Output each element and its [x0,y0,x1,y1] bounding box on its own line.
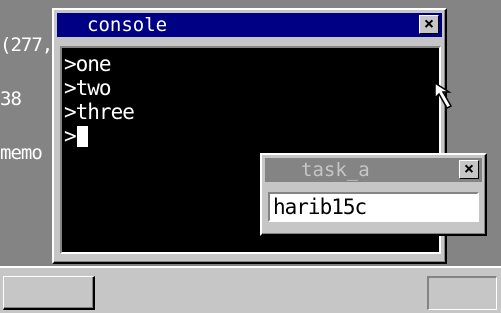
taskbar [0,266,501,313]
task-a-textbox[interactable]: harib15c [268,192,479,222]
console-title: console [87,14,168,36]
close-icon: × [463,159,475,179]
console-line: >one [64,52,112,76]
console-line: >three [64,100,135,124]
task-a-title: task_a [301,159,370,181]
console-prompt-line: > [64,124,439,148]
task-a-titlebar[interactable]: task_a × [265,158,482,182]
taskbar-status-area [427,276,497,310]
console-close-button[interactable]: × [419,15,439,34]
start-button[interactable] [3,276,95,310]
task-a-close-button[interactable]: × [459,160,479,179]
console-line: >two [64,76,112,100]
task-a-window[interactable]: task_a × harib15c [260,153,487,236]
console-titlebar[interactable]: console × [57,13,442,37]
console-prompt: > [64,124,77,148]
arrow-cursor-icon [434,82,453,109]
close-icon: × [423,14,435,34]
text-cursor [76,126,88,147]
